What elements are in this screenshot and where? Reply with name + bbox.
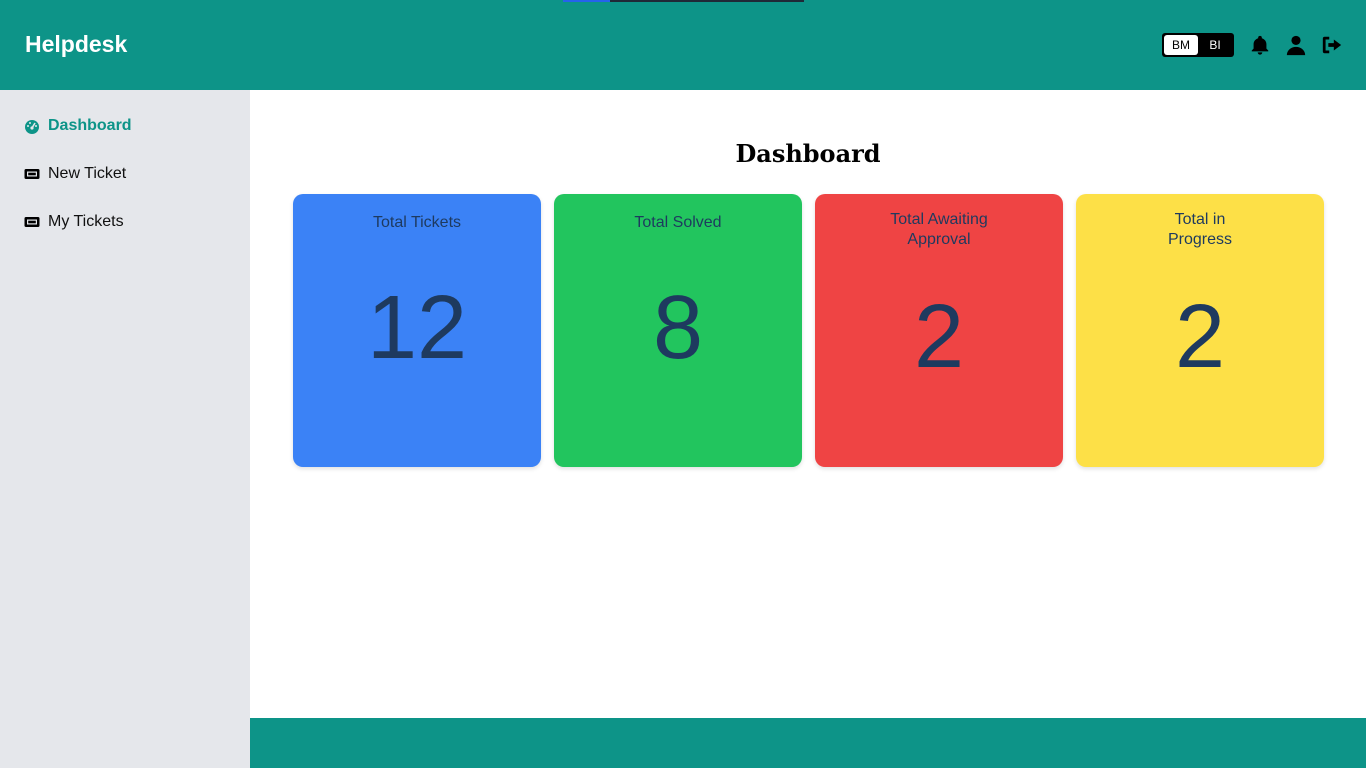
card-label-line2: Progress: [1167, 231, 1233, 248]
stat-card-total-tickets[interactable]: Total Tickets 12: [293, 194, 541, 467]
language-toggle[interactable]: BM BI: [1162, 33, 1234, 57]
stat-card-awaiting-approval[interactable]: Total Awaiting Approval 2: [815, 194, 1063, 467]
top-navbar: Helpdesk BM BI: [0, 0, 1366, 90]
sidebar-item-label: My Tickets: [48, 213, 124, 230]
user-icon[interactable]: [1285, 34, 1307, 56]
card-value: 2: [913, 287, 965, 387]
bell-icon[interactable]: [1249, 34, 1271, 56]
logout-icon[interactable]: [1321, 34, 1343, 56]
sidebar-item-dashboard[interactable]: Dashboard: [24, 114, 132, 138]
sidebar-item-label: Dashboard: [48, 117, 132, 134]
footer-bar: [250, 718, 1366, 768]
ticket-icon: [24, 166, 40, 182]
card-value: 8: [652, 278, 704, 378]
sidebar-item-label: New Ticket: [48, 165, 127, 182]
card-label: Total Solved: [634, 214, 722, 231]
stat-card-total-solved[interactable]: Total Solved 8: [554, 194, 802, 467]
sidebar-item-my-tickets[interactable]: My Tickets: [24, 210, 124, 234]
card-label-line2: Approval: [907, 231, 971, 248]
card-value: 2: [1174, 287, 1226, 387]
lang-option-bm[interactable]: BM: [1164, 35, 1198, 55]
card-value: 12: [366, 278, 468, 378]
card-label-line1: Total Awaiting: [890, 211, 988, 228]
card-label-line1: Total in: [1174, 211, 1226, 228]
sidebar: Dashboard New Ticket My Tickets: [0, 90, 250, 768]
lang-option-bi[interactable]: BI: [1198, 35, 1232, 55]
sidebar-item-new-ticket[interactable]: New Ticket: [24, 162, 126, 186]
card-label: Total Tickets: [372, 214, 462, 231]
page-title: Dashboard: [735, 139, 881, 168]
dashboard-gauge-icon: [24, 118, 40, 134]
stat-card-in-progress[interactable]: Total in Progress 2: [1076, 194, 1324, 467]
ticket-icon: [24, 214, 40, 230]
page-load-progress-bar: [563, 0, 804, 2]
brand-title[interactable]: Helpdesk: [25, 31, 127, 58]
